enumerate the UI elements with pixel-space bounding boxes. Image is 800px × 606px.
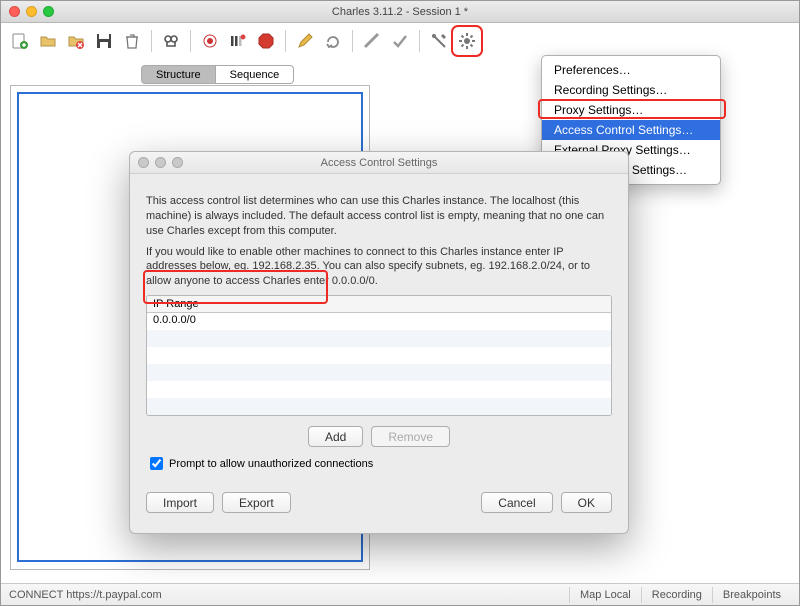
record-icon[interactable] [197,28,223,54]
close-session-icon[interactable] [63,28,89,54]
ip-range-table[interactable]: IP Range 0.0.0.0/0 [146,295,612,416]
edit-icon[interactable] [292,28,318,54]
prompt-checkbox-label: Prompt to allow unauthorized connections [169,458,373,470]
status-breakpoints[interactable]: Breakpoints [712,587,791,603]
settings-gear-icon[interactable] [454,28,480,54]
repeat-icon[interactable] [320,28,346,54]
status-recording[interactable]: Recording [641,587,712,603]
menu-recording-settings[interactable]: Recording Settings… [542,80,720,100]
add-button[interactable]: Add [308,426,363,447]
menu-proxy-settings[interactable]: Proxy Settings… [542,100,720,120]
main-toolbar [1,23,799,59]
save-icon[interactable] [91,28,117,54]
dialog-titlebar: Access Control Settings [130,152,628,174]
ip-range-row[interactable] [147,364,611,381]
menu-preferences[interactable]: Preferences… [542,60,720,80]
ip-range-row[interactable]: 0.0.0.0/0 [147,313,611,330]
ip-range-row[interactable] [147,330,611,347]
compose-icon[interactable] [359,28,385,54]
tab-structure[interactable]: Structure [141,65,216,84]
status-text: CONNECT https://t.paypal.com [9,589,162,601]
tab-sequence[interactable]: Sequence [216,65,295,84]
ip-range-row[interactable] [147,347,611,364]
window-title: Charles 3.11.2 - Session 1 * [1,6,799,18]
menu-access-control-settings[interactable]: Access Control Settings… [542,120,720,140]
cancel-button[interactable]: Cancel [481,492,552,513]
trash-icon[interactable] [119,28,145,54]
validate-icon[interactable] [387,28,413,54]
dialog-description-1: This access control list determines who … [146,194,612,239]
new-session-icon[interactable] [7,28,33,54]
status-bar: CONNECT https://t.paypal.com Map Local R… [1,583,799,605]
status-map-local[interactable]: Map Local [569,587,641,603]
ip-range-row[interactable] [147,381,611,398]
prompt-checkbox[interactable] [150,457,163,470]
access-control-dialog: Access Control Settings This access cont… [129,151,629,534]
ip-range-header: IP Range [147,296,611,313]
tools-icon[interactable] [426,28,452,54]
dialog-description-2: If you would like to enable other machin… [146,245,612,290]
ok-button[interactable]: OK [561,492,612,513]
stop-icon[interactable] [253,28,279,54]
export-button[interactable]: Export [222,492,291,513]
window-titlebar: Charles 3.11.2 - Session 1 * [1,1,799,23]
throttle-icon[interactable] [225,28,251,54]
find-icon[interactable] [158,28,184,54]
import-button[interactable]: Import [146,492,214,513]
remove-button[interactable]: Remove [371,426,450,447]
open-icon[interactable] [35,28,61,54]
ip-range-row[interactable] [147,398,611,415]
dialog-title: Access Control Settings [130,157,628,169]
